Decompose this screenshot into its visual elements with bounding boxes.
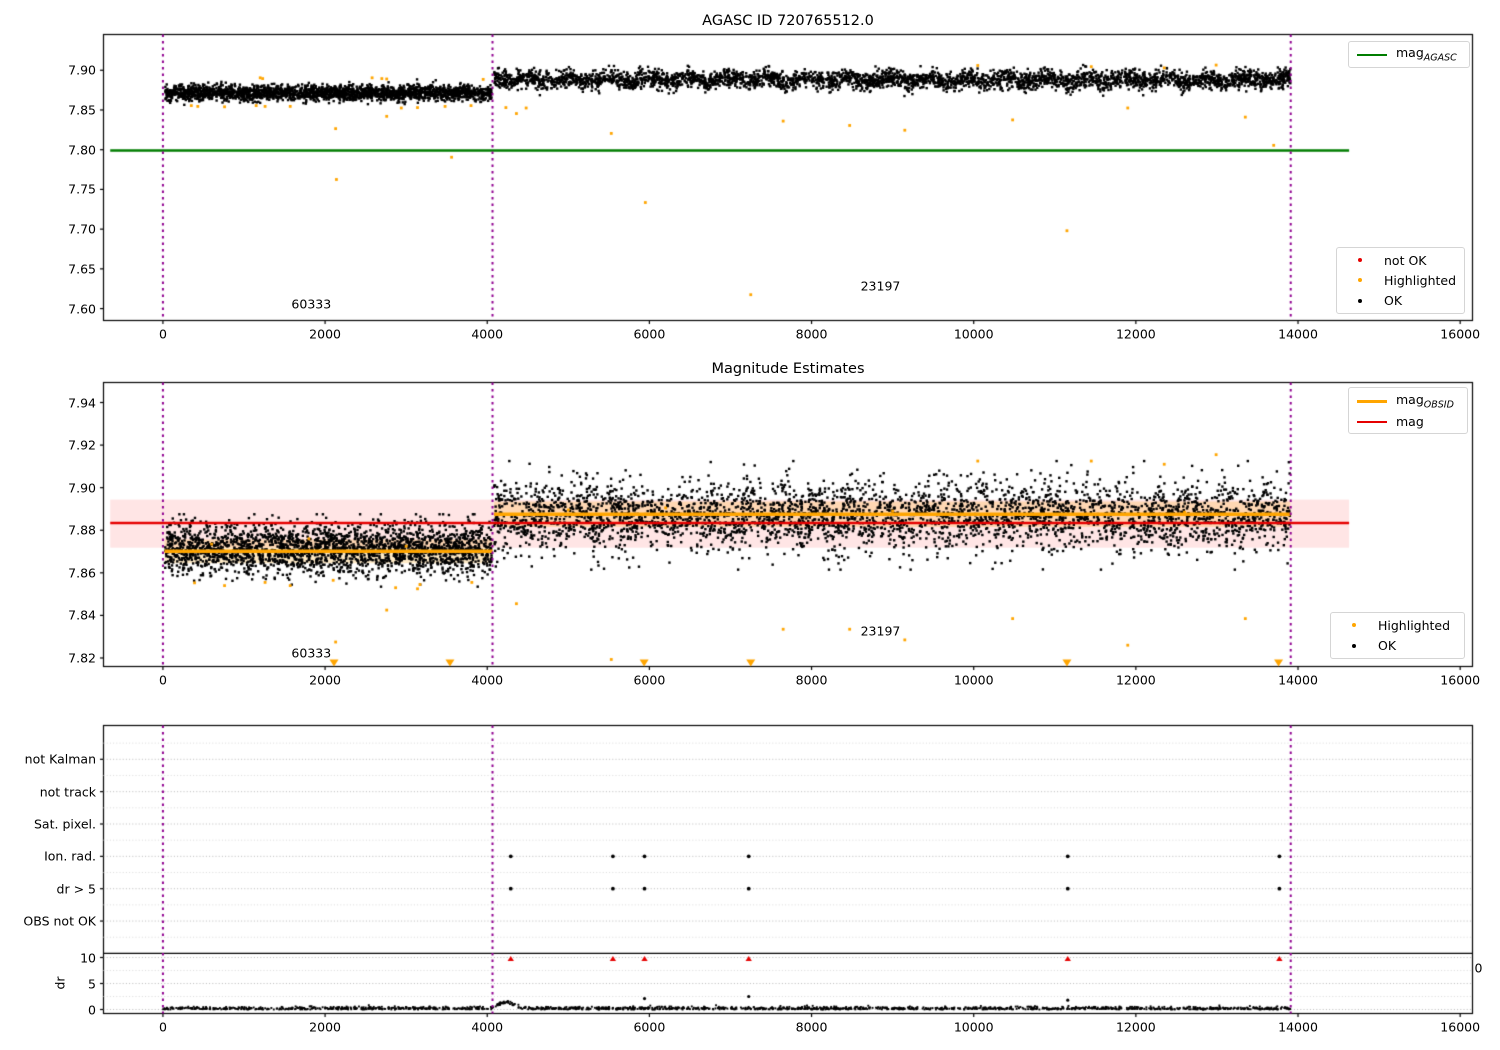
matplotlib-figure: 0 2000 4000 6000 8000 10000 12000 14000 16000 0 20… <box>0 0 1500 1050</box>
plot-canvas <box>0 0 1500 1050</box>
